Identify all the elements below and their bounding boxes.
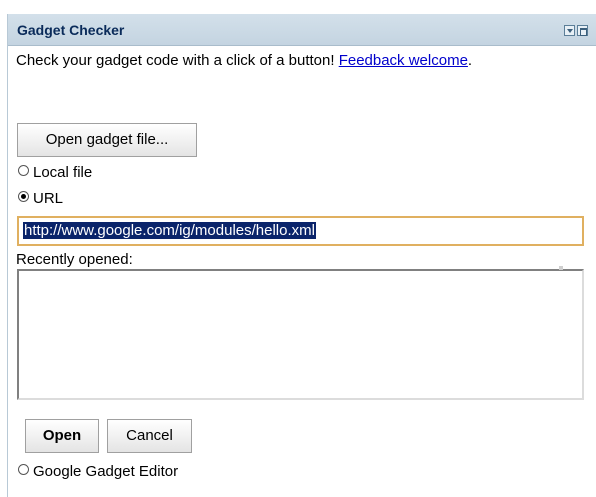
radio-local-file-icon[interactable] [18, 164, 29, 176]
resize-handle[interactable] [559, 266, 563, 270]
radio-url-label: URL [33, 190, 64, 207]
radio-url-icon[interactable] [18, 190, 29, 202]
feedback-link[interactable]: Feedback welcome [339, 52, 468, 69]
recently-opened-label: Recently opened: [16, 251, 133, 268]
radio-google-gadget-editor[interactable]: Google Gadget Editor [18, 463, 178, 481]
url-input-value[interactable]: http://www.google.com/ig/modules/hello.x… [23, 222, 316, 239]
gadget-title: Gadget Checker [17, 22, 125, 38]
radio-google-gadget-editor-label: Google Gadget Editor [33, 463, 179, 480]
open-gadget-file-button[interactable]: Open gadget file... [17, 123, 197, 157]
description-suffix: . [467, 52, 473, 69]
url-input[interactable]: http://www.google.com/ig/modules/hello.x… [17, 216, 584, 246]
gadget-title-bar: Gadget Checker [8, 14, 596, 46]
radio-url[interactable]: URL [18, 190, 63, 208]
radio-google-gadget-editor-icon[interactable] [18, 463, 29, 475]
open-button[interactable]: Open [25, 419, 99, 453]
description-body: Check your gadget code with a click of a… [16, 52, 339, 69]
radio-local-file[interactable]: Local file [18, 164, 92, 182]
description-text: Check your gadget code with a click of a… [16, 52, 556, 70]
minimize-icon[interactable] [577, 25, 588, 36]
recently-opened-list[interactable] [17, 269, 584, 400]
cancel-button[interactable]: Cancel [107, 419, 192, 453]
radio-local-file-label: Local file [33, 164, 93, 181]
dropdown-menu-icon[interactable] [564, 25, 575, 36]
